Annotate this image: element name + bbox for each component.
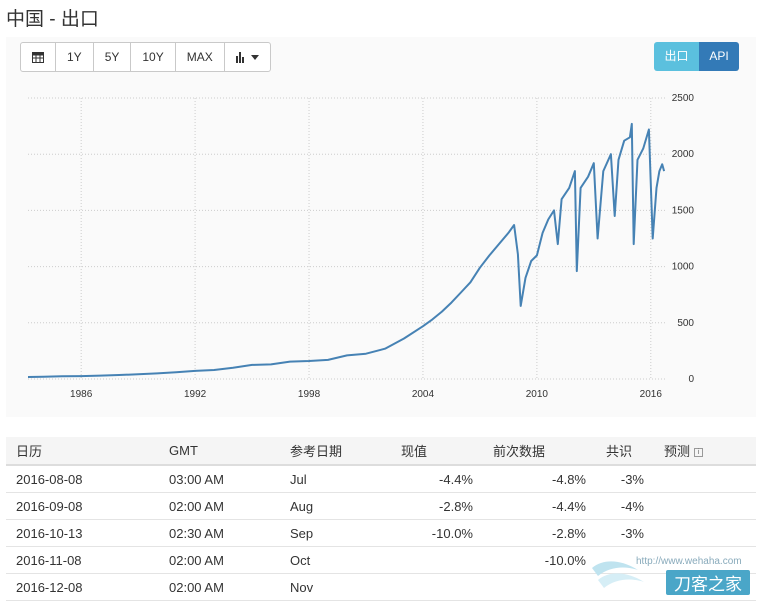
table-row: 2016-08-08 03:00 AM Jul -4.4% -4.8% -3% bbox=[6, 465, 756, 493]
y-tick-label: 1000 bbox=[672, 262, 695, 273]
cell-date: 2016-11-08 bbox=[6, 546, 159, 574]
page-title: 中国 - 出口 bbox=[6, 9, 99, 30]
range-1y-button[interactable]: 1Y bbox=[56, 43, 94, 71]
cell-ref: Aug bbox=[280, 492, 391, 520]
cell-previous: -2.8% bbox=[483, 519, 596, 547]
col-forecast: 预测 i bbox=[654, 437, 756, 466]
cell-consensus: -4% bbox=[596, 492, 654, 520]
info-icon[interactable]: i bbox=[694, 448, 704, 458]
table-header-row: 日历 GMT 参考日期 现值 前次数据 共识 预测 i bbox=[6, 437, 756, 466]
watermark-text: 刀客之家 bbox=[666, 570, 750, 595]
line-chart: 0 500 1000 1500 2000 2500 1986 1992 1998 2004 2010… bbox=[27, 93, 695, 400]
col-consensus: 共识 bbox=[596, 437, 654, 466]
x-tick-label: 1998 bbox=[298, 389, 321, 400]
y-tick-label: 1500 bbox=[672, 205, 695, 216]
range-10y-button[interactable]: 10Y bbox=[131, 43, 176, 71]
bar-chart-icon bbox=[235, 51, 244, 63]
watermark-url: http://www.wehaha.com bbox=[636, 556, 742, 567]
cell-previous bbox=[483, 573, 596, 601]
cell-actual: -2.8% bbox=[391, 492, 483, 520]
cell-gmt: 03:00 AM bbox=[159, 465, 280, 493]
cell-actual: -10.0% bbox=[391, 519, 483, 547]
y-tick-label: 2500 bbox=[672, 93, 695, 104]
cell-ref: Sep bbox=[280, 519, 391, 547]
calendar-button[interactable] bbox=[21, 43, 56, 71]
cell-previous: -4.4% bbox=[483, 492, 596, 520]
x-tick-label: 2016 bbox=[640, 389, 663, 400]
watermark: http://www.wehaha.com 刀客之家 bbox=[588, 554, 764, 595]
cell-forecast bbox=[654, 492, 756, 520]
export-button[interactable]: 出口 bbox=[654, 42, 699, 71]
col-calendar: 日历 bbox=[6, 437, 159, 466]
cell-actual bbox=[391, 573, 483, 601]
chart-toolbar: 1Y 5Y 10Y MAX bbox=[20, 42, 271, 72]
calendar-icon bbox=[32, 52, 44, 63]
cell-ref: Nov bbox=[280, 573, 391, 601]
cell-previous: -4.8% bbox=[483, 465, 596, 493]
range-5y-button[interactable]: 5Y bbox=[94, 43, 132, 71]
chart-actions: 出口 API bbox=[654, 42, 739, 71]
cell-actual: -4.4% bbox=[391, 465, 483, 493]
chart-panel: 0 500 1000 1500 2000 2500 1986 1992 1998 2004 2010… bbox=[6, 37, 756, 417]
cell-forecast bbox=[654, 465, 756, 493]
cell-ref: Jul bbox=[280, 465, 391, 493]
cell-gmt: 02:30 AM bbox=[159, 519, 280, 547]
cell-consensus: -3% bbox=[596, 465, 654, 493]
cell-gmt: 02:00 AM bbox=[159, 573, 280, 601]
x-tick-label: 2010 bbox=[526, 389, 549, 400]
cell-actual bbox=[391, 546, 483, 574]
api-button[interactable]: API bbox=[699, 42, 739, 71]
cell-forecast bbox=[654, 519, 756, 547]
x-tick-label: 2004 bbox=[412, 389, 435, 400]
range-max-button[interactable]: MAX bbox=[176, 43, 225, 71]
col-forecast-label: 预测 bbox=[664, 444, 691, 459]
cell-gmt: 02:00 AM bbox=[159, 546, 280, 574]
caret-down-icon bbox=[250, 54, 259, 60]
chart-type-button[interactable] bbox=[225, 43, 270, 71]
y-tick-label: 500 bbox=[677, 318, 694, 329]
col-gmt: GMT bbox=[159, 437, 280, 466]
col-ref-date: 参考日期 bbox=[280, 437, 391, 466]
cell-date: 2016-12-08 bbox=[6, 573, 159, 601]
cell-ref: Oct bbox=[280, 546, 391, 574]
table-row: 2016-09-08 02:00 AM Aug -2.8% -4.4% -4% bbox=[6, 492, 756, 520]
cell-gmt: 02:00 AM bbox=[159, 492, 280, 520]
table-row: 2016-10-13 02:30 AM Sep -10.0% -2.8% -3% bbox=[6, 519, 756, 547]
series-line bbox=[27, 122, 666, 378]
cell-previous: -10.0% bbox=[483, 546, 596, 574]
cell-date: 2016-09-08 bbox=[6, 492, 159, 520]
col-previous: 前次数据 bbox=[483, 437, 596, 466]
x-tick-label: 1986 bbox=[70, 389, 93, 400]
cell-date: 2016-08-08 bbox=[6, 465, 159, 493]
cell-consensus: -3% bbox=[596, 519, 654, 547]
y-tick-label: 0 bbox=[688, 374, 694, 385]
y-tick-label: 2000 bbox=[672, 149, 695, 160]
x-tick-label: 1992 bbox=[184, 389, 207, 400]
cell-date: 2016-10-13 bbox=[6, 519, 159, 547]
col-actual: 现值 bbox=[391, 437, 483, 466]
